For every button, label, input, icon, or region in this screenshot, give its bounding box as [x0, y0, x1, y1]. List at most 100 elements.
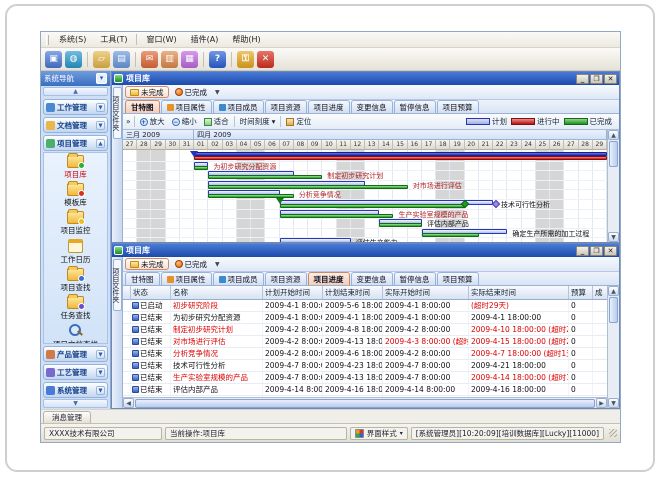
report-orange-icon[interactable]: ▥ — [161, 51, 178, 68]
tab-项目成员[interactable]: 项目成员 — [213, 272, 264, 285]
column-header-selector[interactable] — [123, 286, 131, 299]
day-header-cell[interactable]: 10 — [322, 140, 336, 150]
tab-变更信息[interactable]: 变更信息 — [351, 100, 393, 113]
my-computer-icon[interactable]: ▣ — [45, 51, 62, 68]
gantt-done-bar[interactable] — [194, 166, 208, 170]
tab-project-folder[interactable]: 项目文件夹 — [113, 87, 122, 139]
tab-项目属性[interactable]: 项目属性 — [161, 100, 212, 113]
folder-open-icon[interactable]: ▱ — [93, 51, 110, 68]
tab-项目资源[interactable]: 项目资源 — [265, 100, 307, 113]
day-header-cell[interactable]: 17 — [422, 140, 436, 150]
minimize-button[interactable]: _ — [576, 74, 589, 84]
menu-item-4[interactable]: 插件(A) — [184, 33, 226, 46]
chevron-down-icon[interactable]: ▼ — [96, 368, 105, 377]
day-header-cell[interactable]: 31 — [180, 140, 194, 150]
sidebar-item-项目查找[interactable]: 项目查找 — [61, 268, 91, 293]
scrollbar-thumb[interactable] — [135, 399, 595, 408]
minimize-button[interactable]: _ — [576, 246, 589, 256]
table-row[interactable]: 已结束评估内部产品2009-4-14 8:00:002009-4-16 18:0… — [123, 384, 607, 396]
restore-button[interactable]: ❐ — [590, 246, 603, 256]
scroll-up-icon[interactable]: ▲ — [608, 130, 619, 140]
day-header-cell[interactable]: 14 — [379, 140, 393, 150]
lock-icon[interactable]: ⚿ — [237, 51, 254, 68]
day-header-cell[interactable]: 13 — [365, 140, 379, 150]
day-header-cell[interactable]: 18 — [436, 140, 450, 150]
day-header-cell[interactable]: 09 — [308, 140, 322, 150]
tab-暂停信息[interactable]: 暂停信息 — [394, 272, 436, 285]
day-header-cell[interactable]: 15 — [393, 140, 407, 150]
gantt-vertical-scrollbar[interactable]: ▲ ▼ — [607, 130, 619, 242]
help-icon[interactable]: ? — [209, 51, 226, 68]
resize-grip[interactable] — [609, 429, 617, 437]
day-header-cell[interactable]: 29 — [151, 140, 165, 150]
scroll-down-icon[interactable]: ▼ — [608, 232, 619, 242]
menu-item-5[interactable]: 帮助(H) — [225, 33, 267, 46]
tab-项目预算[interactable]: 项目预算 — [437, 100, 479, 113]
column-header-计划结束时间[interactable]: 计划结束时间 — [323, 286, 383, 299]
table-row[interactable]: 已结束分析竞争情况2009-4-2 8:00:002009-4-6 18:00:… — [123, 348, 607, 360]
scrollbar-thumb[interactable] — [609, 297, 618, 323]
day-header-cell[interactable]: 22 — [493, 140, 507, 150]
menu-item-3[interactable]: 窗口(W) — [139, 33, 183, 46]
zoom-in-button[interactable]: +放大 — [138, 116, 167, 127]
day-header-cell[interactable]: 19 — [450, 140, 464, 150]
column-header-实际开始时间[interactable]: 实际开始时间 — [383, 286, 469, 299]
sidebar-item-模板库[interactable]: 模板库 — [64, 183, 87, 208]
locate-button[interactable]: 定位 — [284, 116, 313, 127]
day-header-cell[interactable]: 21 — [479, 140, 493, 150]
table-row[interactable]: 已结束为初步研究分配资源2009-4-1 8:00:002009-4-1 18:… — [123, 312, 607, 324]
sidebar-section-产品管理[interactable]: 产品管理▼ — [43, 346, 108, 362]
column-header-名称[interactable]: 名称 — [171, 286, 263, 299]
day-header-cell[interactable]: 25 — [536, 140, 550, 150]
tab-项目进度[interactable]: 项目进度 — [308, 272, 350, 285]
day-header-cell[interactable]: 28 — [137, 140, 151, 150]
restore-button[interactable]: ❐ — [590, 74, 603, 84]
day-header-cell[interactable]: 11 — [337, 140, 351, 150]
chevron-down-icon[interactable]: ▼ — [96, 121, 105, 130]
sidebar-section-文档管理[interactable]: 文档管理▼ — [43, 117, 108, 133]
day-header-cell[interactable]: 02 — [208, 140, 222, 150]
tab-overflow-chevron-icon[interactable]: ▼ — [215, 89, 220, 96]
table-vertical-scrollbar[interactable]: ▲ ▼ — [607, 286, 619, 408]
tab-message-management[interactable]: 消息管理 — [43, 411, 91, 423]
gantt-done-bar[interactable] — [422, 233, 479, 237]
tab-变更信息[interactable]: 变更信息 — [351, 272, 393, 285]
gantt-done-bar[interactable] — [379, 223, 422, 227]
report-chart-icon[interactable]: ▦ — [181, 51, 198, 68]
scroll-left-icon[interactable]: ◀ — [123, 398, 134, 408]
window2-titlebar[interactable]: 项目库 _ ❐ ✕ — [112, 244, 619, 257]
column-header-计划开始时间[interactable]: 计划开始时间 — [263, 286, 323, 299]
report-red-icon[interactable]: ✉ — [141, 51, 158, 68]
scroll-right-icon[interactable]: ▶ — [596, 398, 607, 408]
day-header-cell[interactable]: 29 — [593, 140, 607, 150]
menu-item-2[interactable]: 工具(T) — [93, 33, 134, 46]
tab-项目属性[interactable]: 项目属性 — [161, 272, 212, 285]
day-header-cell[interactable]: 04 — [237, 140, 251, 150]
overflow-chevron-icon[interactable]: » — [126, 117, 131, 126]
tab-暂停信息[interactable]: 暂停信息 — [394, 100, 436, 113]
chevron-up-icon[interactable]: ▲ — [96, 139, 105, 148]
close-button[interactable]: ✕ — [604, 246, 617, 256]
day-header-cell[interactable]: 20 — [465, 140, 479, 150]
day-header-cell[interactable]: 01 — [194, 140, 208, 150]
pin-icon[interactable]: ▾ — [96, 73, 107, 84]
chevron-down-icon[interactable]: ▼ — [96, 103, 105, 112]
gantt-done-bar[interactable] — [280, 214, 394, 218]
day-header-cell[interactable]: 26 — [550, 140, 564, 150]
scroll-down-icon[interactable]: ▼ — [608, 398, 619, 408]
tab-甘特图[interactable]: 甘特图 — [125, 100, 160, 113]
sidebar-scroll-up[interactable]: ▲ — [43, 87, 108, 96]
tab-项目成员[interactable]: 项目成员 — [213, 100, 264, 113]
day-header-cell[interactable]: 28 — [579, 140, 593, 150]
day-header-cell[interactable]: 12 — [351, 140, 365, 150]
tab-项目预算[interactable]: 项目预算 — [437, 272, 479, 285]
day-header-cell[interactable]: 16 — [408, 140, 422, 150]
sidebar-item-工作日历[interactable]: 工作日历 — [61, 239, 91, 265]
day-header-cell[interactable]: 07 — [280, 140, 294, 150]
tab-未完成[interactable]: 未完成 — [125, 86, 169, 98]
folder-window-icon[interactable]: ▤ — [113, 51, 130, 68]
day-header-cell[interactable]: 27 — [123, 140, 137, 150]
day-header-cell[interactable]: 05 — [251, 140, 265, 150]
scroll-up-icon[interactable]: ▲ — [608, 286, 619, 296]
chevron-down-icon[interactable]: ▼ — [96, 350, 105, 359]
